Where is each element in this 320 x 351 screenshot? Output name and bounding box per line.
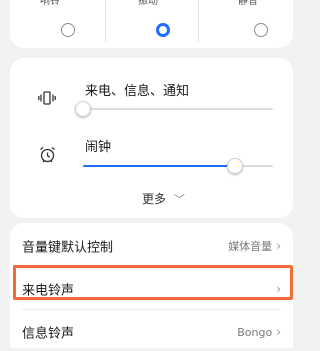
list-item-value-text: 媒体音量 bbox=[228, 240, 273, 253]
volume-card: 来电、信息、通知 闹钟 更多 ﹀ bbox=[10, 58, 293, 218]
highlight-box bbox=[13, 265, 293, 300]
mode-label-vibrate: 振动 bbox=[138, 0, 158, 7]
list-item-value-text: Bongo bbox=[237, 326, 273, 339]
ringtone-volume-thumb[interactable] bbox=[75, 101, 91, 117]
radio-vibrate[interactable] bbox=[156, 23, 170, 37]
chevron-right-icon: › bbox=[276, 325, 281, 339]
mode-divider bbox=[198, 0, 199, 42]
radio-silent[interactable] bbox=[254, 23, 268, 37]
alarm-volume-track[interactable] bbox=[83, 165, 273, 167]
list-item-label: 音量键默认控制 bbox=[22, 240, 114, 256]
divider bbox=[22, 309, 281, 310]
list-item-value: 媒体音量 › bbox=[228, 238, 281, 254]
more-button[interactable]: 更多 ﹀ bbox=[142, 190, 185, 207]
ringtone-volume-track[interactable] bbox=[83, 108, 273, 110]
more-label: 更多 bbox=[142, 192, 167, 206]
list-item-volume-key-default[interactable]: 音量键默认控制 媒体音量 › bbox=[10, 227, 293, 265]
sound-mode-card: 响铃 振动 静音 bbox=[10, 0, 293, 48]
mode-label-silent: 静音 bbox=[238, 0, 258, 7]
list-item-label: 信息铃声 bbox=[22, 326, 75, 342]
mode-divider bbox=[105, 0, 106, 42]
radio-ring[interactable] bbox=[61, 23, 75, 37]
list-item-message-ringtone[interactable]: 信息铃声 Bongo › bbox=[10, 313, 293, 351]
alarm-clock-icon bbox=[39, 146, 56, 167]
ringtone-volume-label: 来电、信息、通知 bbox=[85, 84, 190, 99]
vibrate-icon bbox=[38, 90, 56, 109]
chevron-right-icon: › bbox=[276, 239, 281, 253]
alarm-volume-label: 闹钟 bbox=[85, 140, 112, 155]
alarm-volume-thumb[interactable] bbox=[227, 158, 243, 174]
mode-label-ring: 响铃 bbox=[40, 0, 60, 7]
alarm-volume-fill bbox=[83, 165, 235, 167]
list-item-value: Bongo › bbox=[237, 325, 281, 339]
chevron-down-icon: ﹀ bbox=[173, 193, 185, 206]
